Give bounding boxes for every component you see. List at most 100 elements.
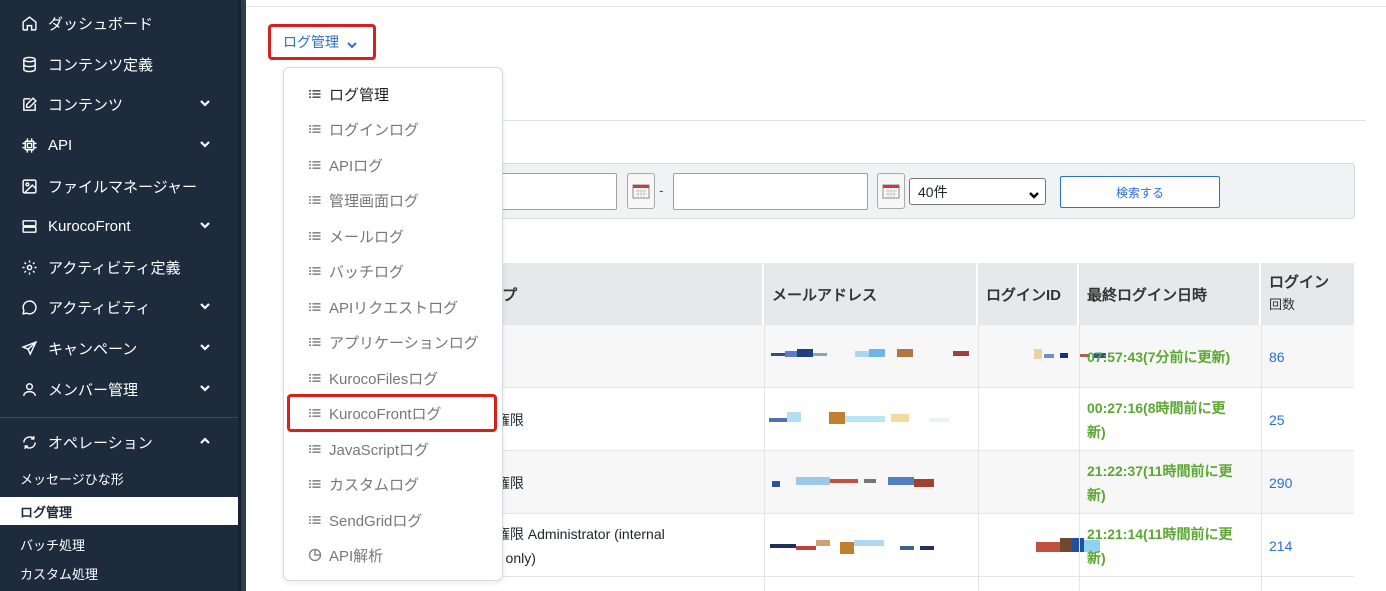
sidebar-item-label: ファイルマネージャー — [48, 178, 197, 196]
chevron-up-icon — [198, 434, 212, 448]
menu-item-api-analysis[interactable]: API解析 — [284, 538, 502, 572]
chevron-down-icon — [198, 299, 212, 313]
log-management-dropdown[interactable]: ログ管理 — [268, 24, 376, 60]
menu-item-custom-log[interactable]: カスタムログ — [284, 467, 502, 501]
sidebar-item-api[interactable]: API — [0, 125, 238, 165]
last-login-cell: 00:27:16(8時間前に更 新) — [1087, 399, 1226, 440]
highlight-box — [287, 394, 497, 432]
database-icon — [20, 55, 38, 73]
date-to-input[interactable] — [673, 173, 868, 210]
sidebar-item-operation[interactable]: オペレーション — [0, 422, 238, 462]
menu-item-javascript-log[interactable]: JavaScriptログ — [284, 432, 502, 466]
date-range-separator: - — [659, 182, 664, 198]
sidebar-item-label: アクティビティ — [48, 299, 151, 317]
search-button[interactable]: 検索する — [1060, 176, 1220, 208]
sidebar-item-campaign[interactable]: キャンペーン — [0, 328, 238, 368]
list-icon — [308, 371, 322, 385]
email-redacted — [772, 477, 972, 489]
list-icon — [308, 513, 322, 527]
sidebar-item-label: オペレーション — [48, 434, 153, 452]
menu-item-application-log[interactable]: アプリケーションログ — [284, 325, 502, 359]
menu-item-kurocofiles-log[interactable]: KurocoFilesログ — [284, 361, 502, 395]
menu-item-sendgrid-log[interactable]: SendGridログ — [284, 503, 502, 537]
chevron-down-icon — [198, 340, 212, 354]
top-divider — [246, 6, 1386, 7]
menu-item-login-log[interactable]: ログインログ — [284, 112, 502, 146]
sidebar-item-kurocofront[interactable]: KurocoFront — [0, 206, 238, 246]
chevron-down-icon — [198, 96, 212, 110]
chip-icon — [20, 136, 38, 154]
chevron-down-icon — [1029, 187, 1039, 199]
menu-item-batch-log[interactable]: バッチログ — [284, 254, 502, 288]
email-redacted — [769, 412, 969, 426]
sidebar-item-label: API — [48, 136, 73, 154]
sidebar-item-label: アクティビティ定義 — [48, 259, 181, 277]
list-icon — [308, 193, 322, 207]
calendar-icon — [632, 184, 650, 199]
sidebar-subitem-message-template[interactable]: メッセージひな形 — [0, 464, 238, 492]
sidebar-item-label: ダッシュボード — [48, 15, 154, 33]
sidebar-item-label: コンテンツ定義 — [48, 56, 154, 74]
send-icon — [20, 339, 38, 357]
sidebar-subitem-custom[interactable]: カスタム処理 — [0, 559, 238, 587]
column-divider — [978, 263, 979, 591]
login-count-link[interactable]: 25 — [1261, 388, 1354, 451]
header-login-count[interactable]: ログイン 回数 — [1261, 263, 1354, 325]
login-count-link[interactable]: 86 — [1261, 325, 1354, 388]
column-divider — [1261, 263, 1262, 591]
list-icon — [308, 122, 322, 136]
home-icon — [20, 14, 38, 32]
per-page-select[interactable]: 40件 — [909, 178, 1046, 205]
calendar-button-to[interactable] — [877, 173, 905, 209]
sidebar-scrollbar[interactable] — [238, 0, 246, 591]
login-count-link[interactable]: 214 — [1261, 514, 1354, 577]
header-email[interactable]: メールアドレス — [764, 263, 978, 325]
menu-item-admin-log[interactable]: 管理画面ログ — [284, 183, 502, 217]
per-page-value: 40件 — [918, 183, 948, 200]
menu-item-api-request-log[interactable]: APIリクエストログ — [284, 290, 502, 324]
calendar-button-from[interactable] — [627, 173, 655, 209]
sidebar-subitem-log-management[interactable]: ログ管理 — [0, 497, 238, 525]
menu-item-log-management[interactable]: ログ管理 — [284, 77, 502, 111]
list-icon — [308, 300, 322, 314]
sidebar-item-activity[interactable]: アクティビティ — [0, 287, 238, 327]
list-icon — [308, 335, 322, 349]
sidebar-item-label: KurocoFront — [48, 217, 131, 235]
header-last-login[interactable]: 最終ログイン日時 — [1079, 263, 1261, 325]
image-icon — [20, 177, 38, 195]
last-login-cell: 21:22:37(11時間前に更 新) — [1087, 462, 1233, 503]
date-from-input[interactable] — [495, 173, 617, 210]
email-redacted — [771, 349, 971, 361]
list-icon — [308, 229, 322, 243]
last-login-cell: 07:57:43(7分前に更新) — [1087, 348, 1231, 365]
header-login-id[interactable]: ログインID — [978, 263, 1079, 325]
sidebar-divider — [0, 417, 238, 418]
refresh-icon — [20, 433, 38, 451]
column-divider — [1079, 263, 1080, 591]
chevron-down-icon — [198, 137, 212, 151]
server-icon — [20, 217, 38, 235]
list-icon — [308, 87, 322, 101]
menu-item-mail-log[interactable]: メールログ — [284, 219, 502, 253]
column-divider — [764, 263, 765, 591]
sidebar-subitem-batch[interactable]: バッチ処理 — [0, 530, 238, 558]
pie-chart-icon — [308, 548, 322, 562]
sidebar-item-content-definition[interactable]: コンテンツ定義 — [0, 44, 238, 84]
sidebar-item-dashboard[interactable]: ダッシュボード — [0, 3, 238, 43]
login-count-link[interactable]: 290 — [1261, 451, 1354, 514]
sidebar-item-activity-definition[interactable]: アクティビティ定義 — [0, 247, 238, 287]
sidebar-item-member-management[interactable]: メンバー管理 — [0, 369, 238, 409]
log-type-dropdown-menu: ログ管理 ログインログ APIログ 管理画面ログ メールログ バッチログ API… — [283, 67, 503, 581]
last-login-cell: 21:21:14(11時間前に更 新) — [1087, 525, 1233, 566]
list-icon — [308, 442, 322, 456]
menu-item-api-log[interactable]: APIログ — [284, 148, 502, 182]
dropdown-label: ログ管理 — [283, 34, 339, 50]
sidebar-item-contents[interactable]: コンテンツ — [0, 84, 238, 124]
chevron-down-icon — [198, 381, 212, 395]
sidebar-item-file-manager[interactable]: ファイルマネージャー — [0, 166, 238, 206]
sidebar-item-label: メンバー管理 — [48, 381, 139, 399]
sidebar-item-label: コンテンツ — [48, 96, 124, 114]
edit-icon — [20, 95, 38, 113]
gear-icon — [20, 258, 38, 276]
sidebar-item-label: キャンペーン — [48, 340, 138, 358]
